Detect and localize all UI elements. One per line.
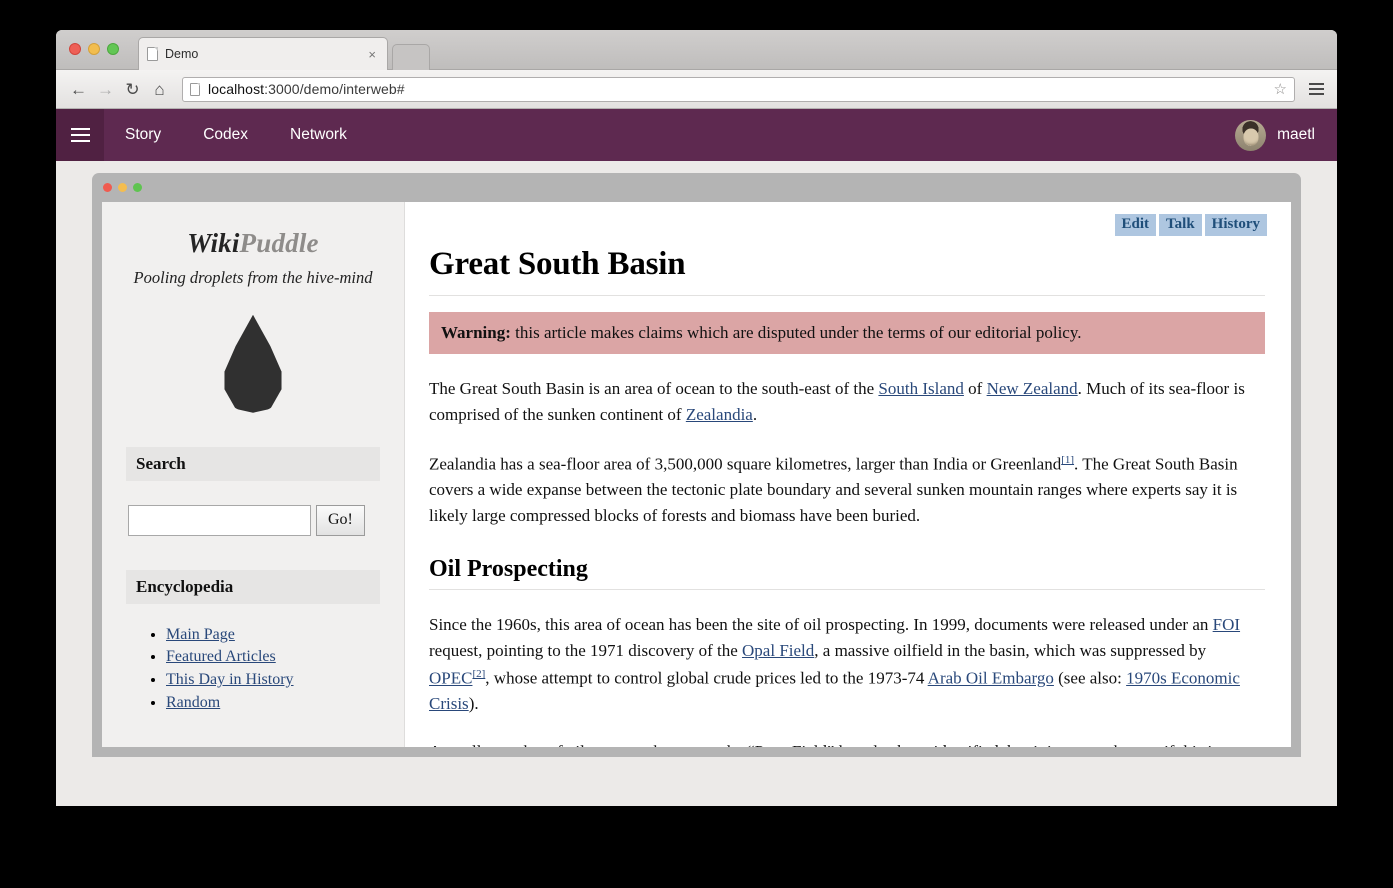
sidebar-link-random[interactable]: Random (166, 694, 220, 711)
link-zealandia[interactable]: Zealandia (686, 405, 753, 424)
address-bar[interactable]: localhost:3000/demo/interweb# ☆ (182, 76, 1295, 102)
citation-ref-2: [2] (472, 665, 485, 681)
text-fragment: (see also: (1053, 668, 1127, 688)
home-icon[interactable]: ⌂ (146, 76, 173, 103)
page-icon (147, 47, 158, 61)
link-south-island[interactable]: South Island (878, 379, 963, 398)
link-opec[interactable]: OPEC (429, 669, 472, 688)
list-item: Main Page (166, 624, 380, 647)
bookmark-star-icon[interactable]: ☆ (1274, 82, 1287, 97)
search-go-button[interactable]: Go! (316, 504, 365, 536)
warning-text: this article makes claims which are disp… (510, 323, 1082, 342)
back-icon[interactable]: ← (65, 76, 92, 103)
tab-talk[interactable]: Talk (1159, 214, 1202, 236)
sidebar-link-this-day-in-history[interactable]: This Day in History (166, 671, 294, 688)
minimize-window-button[interactable] (88, 43, 100, 55)
new-tab-button[interactable] (392, 44, 430, 70)
browser-toolbar: ← → ↻ ⌂ localhost:3000/demo/interweb# ☆ … (56, 70, 1337, 109)
maximize-window-button[interactable] (107, 43, 119, 55)
paragraph-paua-field: A smaller pocket of oil reserves, known … (429, 739, 1265, 747)
user-menu[interactable]: maetl (1235, 109, 1315, 161)
browser-menu-icon[interactable] (1304, 77, 1328, 101)
text-fragment: Since the 1960s, this area of ocean has … (429, 615, 1213, 635)
embedded-window: WikiPuddle Pooling droplets from the hiv… (92, 173, 1301, 757)
embedded-window-traffic-lights (103, 183, 142, 192)
nav-item-network[interactable]: Network (269, 109, 368, 161)
text-fragment: of (963, 379, 987, 399)
embedded-minimize-button[interactable] (118, 183, 127, 192)
wiki-content: Edit Talk History Great South Basin Warn… (404, 202, 1291, 747)
text-fragment: ). (468, 694, 479, 714)
site-tagline: Pooling droplets from the hive-mind (133, 268, 373, 287)
paragraph-zealandia: Zealandia has a sea-floor area of 3,500,… (429, 449, 1265, 528)
list-item: Featured Articles (166, 646, 380, 669)
wiki-sidebar: WikiPuddle Pooling droplets from the hiv… (102, 202, 404, 747)
nav-item-story[interactable]: Story (104, 109, 182, 161)
tab-history[interactable]: History (1204, 214, 1267, 236)
text-fragment: . (752, 404, 758, 424)
encyclopedia-heading: Encyclopedia (126, 569, 380, 604)
browser-tabstrip: Demo × (56, 30, 1337, 70)
text-fragment: Zealandia has a sea-floor area of 3,500,… (429, 454, 1062, 474)
list-item: This Day in History (166, 669, 380, 692)
link-foi[interactable]: FOI (1213, 615, 1240, 634)
page-title: Great South Basin (429, 246, 686, 282)
search-input[interactable] (128, 504, 311, 536)
citation-ref-1: [1] (1061, 451, 1074, 467)
link-opal-field[interactable]: Opal Field (742, 641, 814, 660)
nav-item-codex[interactable]: Codex (182, 109, 269, 161)
text-fragment: request, pointing to the 1971 discovery … (429, 640, 743, 660)
text-fragment: , a massive oilfield in the basin, which… (814, 640, 1207, 660)
list-item: Random (166, 692, 380, 715)
paragraph-oil-prospecting: Since the 1960s, this area of ocean has … (429, 612, 1265, 717)
encyclopedia-link-list: Main Page Featured Articles This Day in … (126, 624, 380, 715)
hamburger-icon[interactable] (56, 109, 104, 161)
url-host: localhost (208, 81, 265, 97)
text-fragment: A smaller pocket of oil reserves, known … (429, 742, 1219, 747)
warning-label: Warning: (441, 323, 511, 342)
brand-first: Wiki (187, 228, 240, 258)
search-heading: Search (126, 446, 380, 481)
link-new-zealand[interactable]: New Zealand (987, 379, 1078, 398)
page-icon (190, 82, 200, 96)
sidebar-link-featured-articles[interactable]: Featured Articles (166, 648, 276, 665)
browser-tab-title: Demo (165, 47, 199, 61)
embedded-close-button[interactable] (103, 183, 112, 192)
text-fragment: , whose attempt to control global crude … (485, 668, 928, 688)
section-heading-oil-prospecting: Oil Prospecting (429, 556, 588, 583)
citation-link[interactable]: [1] (1061, 454, 1074, 466)
section-divider (429, 589, 1265, 591)
brand-second: Puddle (239, 228, 319, 258)
warning-banner: Warning: this article makes claims which… (429, 312, 1265, 355)
app-nav-links: Story Codex Network (104, 109, 368, 161)
text-fragment: The Great South Basin is an area of ocea… (429, 379, 879, 399)
wiki-page: WikiPuddle Pooling droplets from the hiv… (102, 202, 1291, 747)
url-text: localhost:3000/demo/interweb# (208, 81, 405, 97)
tab-edit[interactable]: Edit (1114, 214, 1157, 236)
link-arab-oil-embargo[interactable]: Arab Oil Embargo (928, 669, 1054, 688)
citation-link[interactable]: [2] (472, 668, 485, 680)
article-body: Great South Basin Warning: this article … (429, 202, 1265, 747)
browser-window: Demo × ← → ↻ ⌂ localhost:3000/demo/inter… (56, 30, 1337, 806)
browser-tab[interactable]: Demo × (138, 37, 388, 70)
url-path: :3000/demo/interweb# (264, 81, 405, 97)
article-action-tabs: Edit Talk History (1114, 202, 1267, 236)
app-navigation-bar: Story Codex Network maetl (56, 109, 1337, 161)
droplet-icon (224, 314, 282, 413)
forward-icon[interactable]: → (92, 76, 119, 103)
search-form: Go! (126, 504, 380, 536)
window-traffic-lights (69, 43, 119, 55)
avatar (1235, 119, 1267, 151)
username-label: maetl (1277, 126, 1315, 143)
paragraph-intro: The Great South Basin is an area of ocea… (429, 376, 1265, 427)
title-divider (429, 295, 1265, 296)
close-window-button[interactable] (69, 43, 81, 55)
sidebar-link-main-page[interactable]: Main Page (166, 626, 235, 643)
close-tab-icon[interactable]: × (365, 48, 379, 61)
embedded-maximize-button[interactable] (133, 183, 142, 192)
reload-icon[interactable]: ↻ (119, 76, 146, 103)
site-logo[interactable]: WikiPuddle (126, 228, 380, 259)
